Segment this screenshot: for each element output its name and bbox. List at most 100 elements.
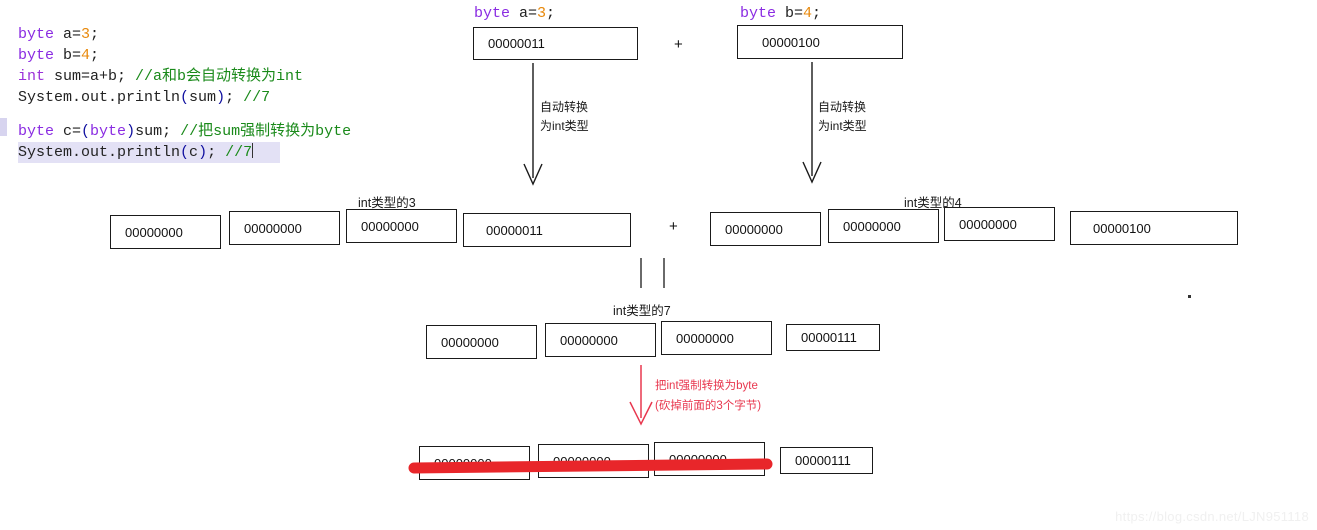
int-3-byte-1-value: 00000000	[244, 220, 302, 236]
code-token: //7	[225, 144, 253, 161]
int-3-byte-2-value: 00000000	[361, 218, 419, 234]
int-7-byte-1-value: 00000000	[560, 332, 618, 348]
cast-note-line2: (砍掉前面的3个字节)	[655, 400, 762, 412]
code-token: //a和b会自动转换为int	[135, 68, 304, 85]
code-line-2: int sum=a+b; //a和b会自动转换为int	[18, 66, 351, 87]
int-3-byte-1: 00000000	[229, 211, 340, 245]
code-token: sum=a+b;	[45, 68, 136, 85]
top-plus-operator: +	[674, 36, 683, 53]
declaration-b-semicolon: ;	[812, 5, 822, 22]
code-token: System.out.println	[18, 89, 181, 106]
code-token: //7	[243, 89, 271, 106]
int-7-byte-2-value: 00000000	[676, 330, 734, 346]
code-token: 4	[81, 47, 91, 64]
int-4-byte-3: 00000100	[1070, 211, 1238, 245]
declaration-a-keyword: byte	[474, 5, 511, 22]
auto-convert-note-left-line2: 为int类型	[540, 119, 589, 133]
code-token: ;	[90, 26, 100, 43]
sum-connector-lines	[640, 258, 665, 288]
int-7-byte-3-value: 00000111	[801, 330, 857, 345]
declaration-byte-a: byte a=3;	[474, 5, 555, 22]
code-token: )	[216, 89, 226, 106]
code-token: a=	[54, 26, 82, 43]
byte-box-b-value: 00000100	[762, 34, 820, 50]
result-byte-0-value: 00000000	[434, 455, 492, 471]
int-3-byte-0: 00000000	[110, 215, 221, 249]
int-4-byte-0: 00000000	[710, 212, 821, 246]
code-token: (	[81, 123, 91, 140]
code-token: b=	[54, 47, 82, 64]
code-token: c	[189, 144, 199, 161]
code-token: //把sum强制转换为byte	[180, 123, 352, 140]
declaration-b-value: 4	[803, 5, 813, 22]
byte-box-b: 00000100	[737, 25, 903, 59]
int-4-byte-1: 00000000	[828, 209, 939, 243]
declaration-b-name: b=	[776, 5, 804, 22]
result-byte-0-discarded: 00000000	[419, 446, 530, 480]
int-4-byte-2-value: 00000000	[959, 216, 1017, 232]
int-3-byte-3: 00000011	[463, 213, 631, 247]
int-4-byte-1-value: 00000000	[843, 218, 901, 234]
int-4-byte-2: 00000000	[944, 207, 1055, 241]
code-token: byte	[18, 47, 55, 64]
code-line-3: System.out.println(sum); //7	[18, 87, 351, 108]
code-token: System.out.println	[18, 144, 181, 161]
byte-box-a: 00000011	[473, 27, 638, 60]
editor-gutter-marker	[0, 118, 7, 136]
int-3-byte-2: 00000000	[346, 209, 457, 243]
int-4-byte-0-value: 00000000	[725, 221, 783, 237]
int-4-byte-3-value: 00000100	[1093, 220, 1151, 236]
middle-plus-operator: +	[669, 218, 678, 235]
result-byte-2-value: 00000000	[669, 451, 727, 467]
result-byte-3-kept: 00000111	[780, 447, 873, 474]
result-byte-1-discarded: 00000000	[538, 444, 649, 478]
code-token: )	[198, 144, 208, 161]
code-token: int	[18, 68, 46, 85]
int-7-byte-0-value: 00000000	[441, 334, 499, 350]
code-token: )	[126, 123, 136, 140]
cast-arrow-red	[629, 365, 653, 426]
result-byte-2-discarded: 00000000	[654, 442, 765, 476]
int-7-byte-0: 00000000	[426, 325, 537, 359]
code-line-5: byte c=(byte)sum; //把sum强制转换为byte	[18, 121, 351, 142]
declaration-byte-b: byte b=4;	[740, 5, 821, 22]
auto-convert-note-left: 自动转换 为int类型	[540, 98, 589, 136]
code-token: byte	[90, 123, 127, 140]
int-7-byte-3: 00000111	[786, 324, 880, 351]
declaration-a-name: a=	[510, 5, 538, 22]
auto-convert-note-right-line2: 为int类型	[818, 119, 867, 133]
text-cursor	[252, 143, 254, 158]
code-token: ;	[225, 89, 244, 106]
code-line-1: byte b=4;	[18, 45, 351, 66]
code-token: ;	[90, 47, 100, 64]
declaration-a-semicolon: ;	[546, 5, 556, 22]
code-token: ;	[207, 144, 226, 161]
int-row-7-label: int类型的7	[613, 304, 671, 318]
code-token: (	[180, 89, 190, 106]
auto-convert-note-right: 自动转换 为int类型	[818, 98, 867, 136]
code-token: 3	[81, 26, 91, 43]
int-7-byte-2: 00000000	[661, 321, 772, 355]
result-byte-1-value: 00000000	[553, 453, 611, 469]
stray-dot-artifact	[1188, 295, 1191, 298]
byte-box-a-value: 00000011	[488, 36, 545, 51]
cast-note-line1: 把int强制转换为byte	[655, 380, 758, 392]
code-token: sum	[189, 89, 217, 106]
code-snippet: byte a=3; byte b=4; int sum=a+b; //a和b会自动转…	[18, 24, 351, 163]
code-token: c=	[54, 123, 82, 140]
code-token: byte	[18, 123, 55, 140]
declaration-b-keyword: byte	[740, 5, 777, 22]
code-token: (	[180, 144, 190, 161]
int-7-byte-1: 00000000	[545, 323, 656, 357]
auto-convert-note-left-line1: 自动转换	[540, 100, 589, 114]
int-3-byte-3-value: 00000011	[486, 222, 543, 238]
result-byte-3-value: 00000111	[795, 453, 851, 468]
declaration-a-value: 3	[537, 5, 547, 22]
auto-convert-note-right-line1: 自动转换	[818, 100, 867, 114]
cast-note: 把int强制转换为byte (砍掉前面的3个字节)	[655, 376, 761, 416]
code-token: sum;	[135, 123, 181, 140]
code-line-0: byte a=3;	[18, 24, 351, 45]
watermark: https://blog.csdn.net/LJN951118	[1115, 509, 1309, 524]
int-3-byte-0-value: 00000000	[125, 224, 183, 240]
